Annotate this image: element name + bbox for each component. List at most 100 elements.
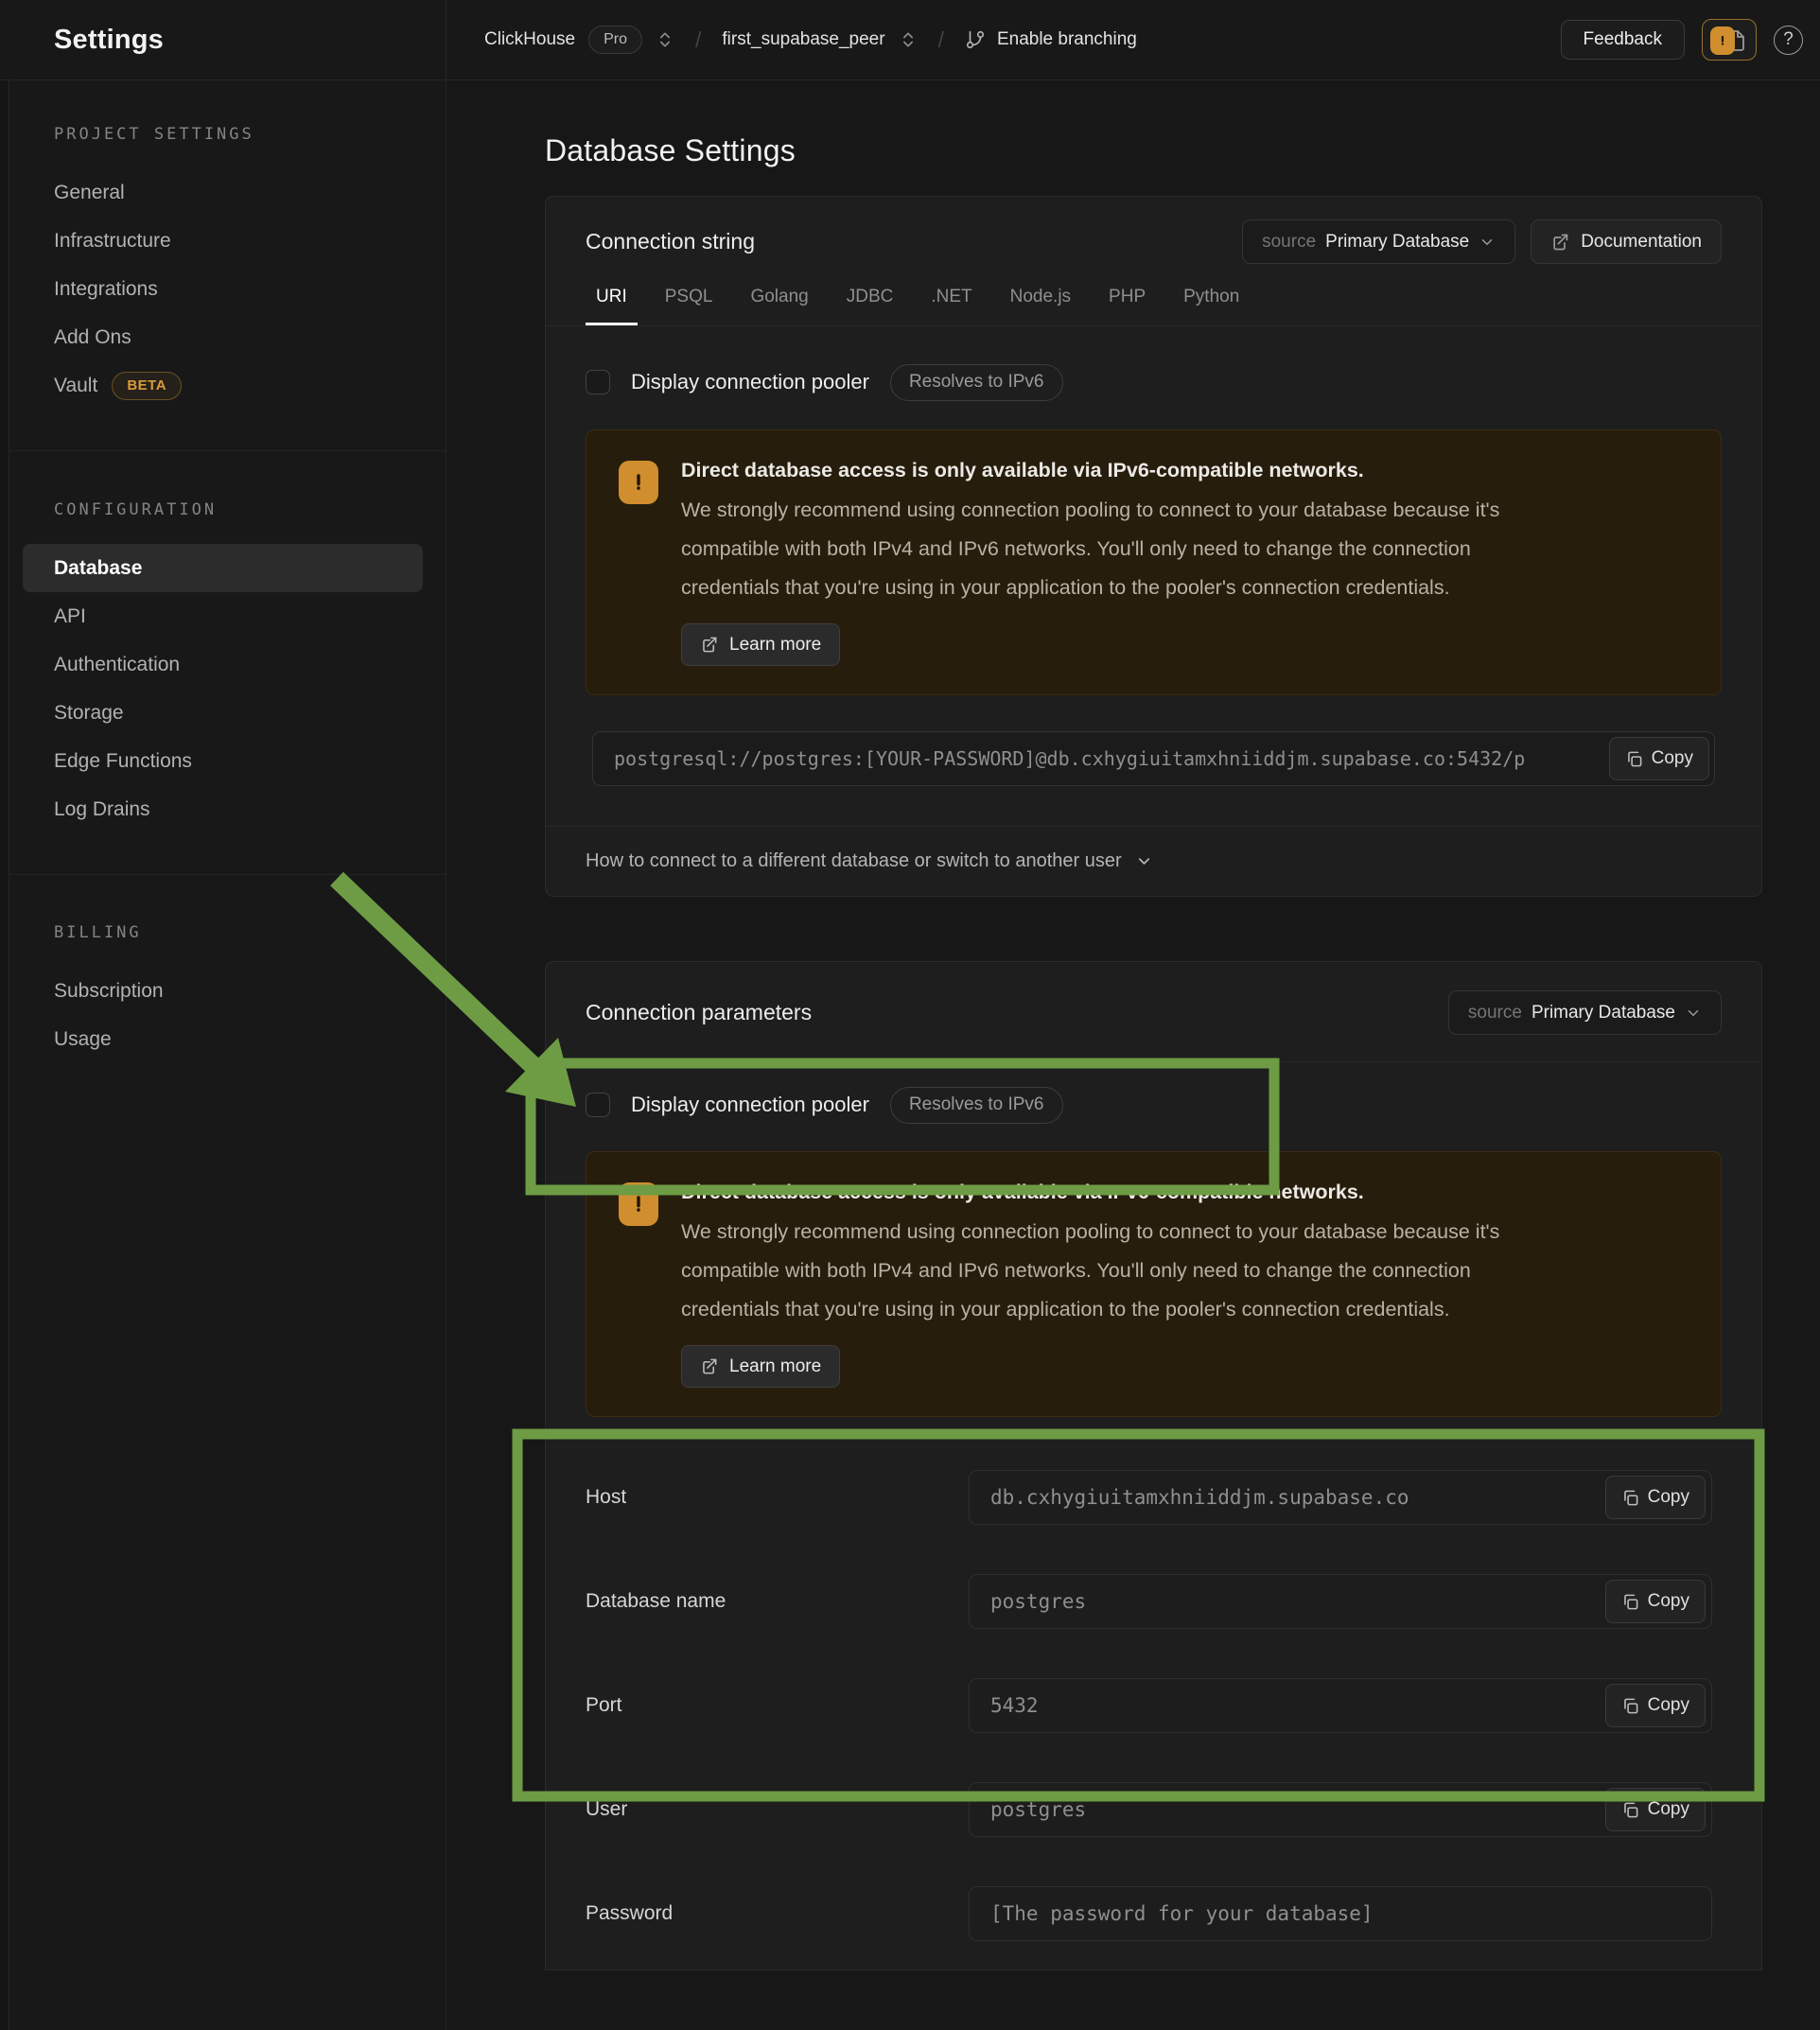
field-row-user: User postgres Copy [586,1782,1712,1837]
pooler-label: Display connection pooler [631,370,869,394]
database-name-field[interactable]: postgres Copy [969,1574,1712,1629]
tab-jdbc[interactable]: JDBC [836,273,904,325]
connection-uri-box[interactable]: postgresql://postgres:[YOUR-PASSWORD]@db… [592,731,1715,786]
warning-body-line: compatible with both IPv4 and IPv6 netwo… [681,530,1689,569]
copy-icon [1621,1489,1639,1507]
breadcrumb: ClickHouse Pro / first_supabase_peer / E… [446,0,1561,79]
tab-dotnet[interactable]: .NET [920,273,982,325]
pooler-label: Display connection pooler [631,1093,869,1117]
ipv6-warning: Direct database access is only available… [586,429,1722,695]
tab-psql[interactable]: PSQL [655,273,724,325]
source-label: source [1468,1003,1522,1024]
connection-type-tabs: URI PSQL Golang JDBC .NET Node.js PHP Py… [546,273,1761,326]
sidebar-item-usage[interactable]: Usage [23,1015,423,1063]
sidebar-item-vault[interactable]: Vault BETA [23,361,423,410]
sidebar-item-edge-functions[interactable]: Edge Functions [23,737,423,785]
enable-branching-button[interactable]: Enable branching [965,29,1137,50]
sidebar-item-api[interactable]: API [23,592,423,640]
sidebar-item-add-ons[interactable]: Add Ons [23,313,423,361]
sidebar-item-database[interactable]: Database [23,544,423,592]
display-connection-pooler-checkbox[interactable] [586,1093,610,1117]
copy-icon [1625,750,1643,768]
connection-string-header: Connection string source Primary Databas… [546,197,1761,264]
header-actions: Feedback ? [1561,0,1820,79]
sidebar-item-authentication[interactable]: Authentication [23,640,423,689]
warning-body-line: credentials that you're using in your ap… [681,569,1689,607]
sidebar-item-infrastructure[interactable]: Infrastructure [23,217,423,265]
notifications-button[interactable] [1702,19,1757,61]
host-field[interactable]: db.cxhygiuitamxhniiddjm.supabase.co Copy [969,1470,1712,1525]
password-label: Password [586,1902,969,1925]
source-value: Primary Database [1325,232,1469,253]
breadcrumb-slash: / [695,27,701,53]
chevron-down-icon [1479,234,1496,251]
tab-python[interactable]: Python [1173,273,1250,325]
external-link-icon [700,1357,718,1375]
tab-php[interactable]: PHP [1098,273,1156,325]
password-placeholder: [The password for your database] [970,1902,1374,1925]
help-button[interactable]: ? [1774,26,1803,55]
learn-more-button[interactable]: Learn more [681,623,840,666]
panel-divider [546,1969,1761,1970]
sidebar-section-label: PROJECT SETTINGS [54,125,446,144]
warning-body-line: We strongly recommend using connection p… [681,491,1689,530]
chevrons-up-down-icon [656,30,674,49]
pooler-row: Display connection pooler Resolves to IP… [586,1077,1722,1132]
project-name[interactable]: first_supabase_peer [722,29,884,50]
ipv6-warning: Direct database access is only available… [586,1151,1722,1417]
sidebar-item-general[interactable]: General [23,168,423,217]
connection-parameters-header: Connection parameters source Primary Dat… [546,962,1761,1062]
how-to-connect-toggle[interactable]: How to connect to a different database o… [546,827,1761,896]
learn-more-button[interactable]: Learn more [681,1345,840,1388]
display-connection-pooler-checkbox[interactable] [586,370,610,394]
documentation-button[interactable]: Documentation [1531,219,1722,264]
field-row-port: Port 5432 Copy [586,1678,1712,1733]
copy-user-button[interactable]: Copy [1605,1788,1706,1831]
connection-parameters-panel: Connection parameters source Primary Dat… [545,961,1762,1970]
warning-body-line: credentials that you're using in your ap… [681,1290,1689,1329]
top-header: Settings ClickHouse Pro / first_supabase… [0,0,1820,80]
sidebar-item-subscription[interactable]: Subscription [23,967,423,1015]
project-selector[interactable] [899,30,918,49]
copy-port-button[interactable]: Copy [1605,1684,1706,1727]
chevron-down-icon [1685,1005,1702,1022]
port-value: 5432 [970,1694,1039,1717]
source-select[interactable]: source Primary Database [1448,990,1722,1035]
main-content: Database Settings Connection string sour… [446,80,1820,2030]
warning-title: Direct database access is only available… [681,459,1689,482]
feedback-button[interactable]: Feedback [1561,20,1685,60]
copy-icon [1621,1697,1639,1715]
tab-uri[interactable]: URI [586,273,638,325]
left-rail [0,0,9,2030]
org-name[interactable]: ClickHouse [484,29,575,50]
copy-host-button[interactable]: Copy [1605,1476,1706,1519]
enable-branching-label: Enable branching [997,29,1137,50]
connection-string-title: Connection string [586,229,755,254]
copy-icon [1621,1593,1639,1611]
port-label: Port [586,1694,969,1717]
port-field[interactable]: 5432 Copy [969,1678,1712,1733]
sidebar-item-log-drains[interactable]: Log Drains [23,785,423,833]
sidebar-item-integrations[interactable]: Integrations [23,265,423,313]
sidebar-item-storage[interactable]: Storage [23,689,423,737]
connection-string-panel: Connection string source Primary Databas… [545,196,1762,897]
copy-icon [1621,1801,1639,1819]
copy-database-name-button[interactable]: Copy [1605,1580,1706,1623]
external-link-icon [1550,233,1569,252]
org-selector[interactable] [656,30,674,49]
user-field[interactable]: postgres Copy [969,1782,1712,1837]
alert-badge-icon [1710,26,1735,55]
copy-uri-button[interactable]: Copy [1609,737,1709,780]
connection-parameters-fields: Host db.cxhygiuitamxhniiddjm.supabase.co… [546,1417,1761,1941]
tab-nodejs[interactable]: Node.js [1000,273,1081,325]
field-row-password: Password [The password for your database… [586,1886,1712,1941]
tab-golang[interactable]: Golang [740,273,818,325]
source-select[interactable]: source Primary Database [1242,219,1515,264]
password-field[interactable]: [The password for your database] [969,1886,1712,1941]
warning-title: Direct database access is only available… [681,1181,1689,1204]
external-link-icon [700,636,718,654]
warning-icon [619,1182,658,1226]
connection-parameters-title: Connection parameters [586,1000,812,1025]
beta-badge: BETA [112,372,182,400]
field-row-database-name: Database name postgres Copy [586,1574,1712,1629]
